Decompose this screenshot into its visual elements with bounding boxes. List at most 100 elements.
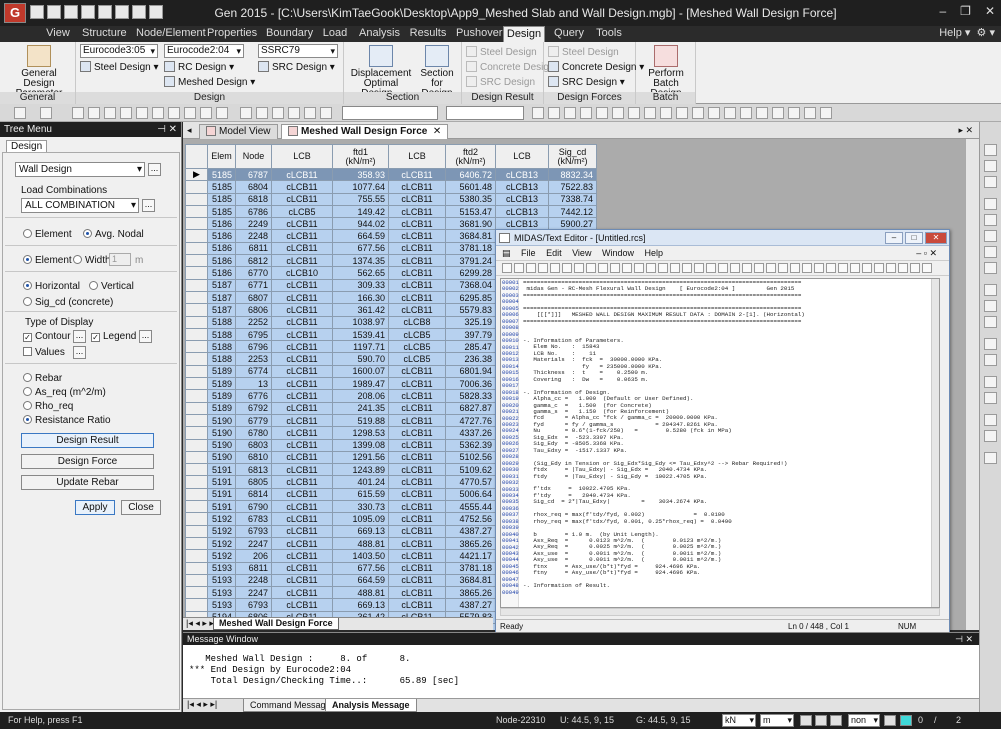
table-cell[interactable]: 1095.09 bbox=[332, 512, 389, 526]
tab-structure[interactable]: Structure bbox=[82, 26, 127, 42]
column-header-ftd1[interactable]: ftd1 (kN/m²) bbox=[332, 144, 389, 169]
table-cell[interactable]: 6790 bbox=[235, 500, 272, 514]
view-back-icon[interactable] bbox=[628, 107, 640, 119]
redo-toolbar-icon[interactable] bbox=[40, 107, 52, 119]
editor-toolbar-icon[interactable] bbox=[742, 263, 752, 273]
table-cell[interactable]: 5192 bbox=[207, 524, 236, 538]
editor-toolbar-icon[interactable] bbox=[526, 263, 536, 273]
table-cell[interactable]: cLCB11 bbox=[388, 573, 446, 588]
editor-toolbar-icon[interactable] bbox=[910, 263, 920, 273]
lock-icon[interactable] bbox=[804, 107, 816, 119]
table-cell[interactable]: cLCB11 bbox=[271, 573, 333, 588]
editor-toolbar-icon[interactable] bbox=[790, 263, 800, 273]
table-cell[interactable]: 5189 bbox=[207, 364, 236, 379]
table-cell[interactable]: 330.73 bbox=[332, 500, 389, 514]
row-header-cell[interactable] bbox=[185, 377, 208, 391]
table-cell[interactable]: cLCB11 bbox=[388, 561, 446, 575]
view-bottom-icon[interactable] bbox=[612, 107, 624, 119]
table-cell[interactable]: 2247 bbox=[235, 586, 272, 600]
table-cell[interactable]: cLCB11 bbox=[388, 413, 446, 428]
forces-steel-design-button[interactable]: Steel Design bbox=[548, 46, 619, 59]
tab-query[interactable]: Query bbox=[554, 26, 584, 42]
table-cell[interactable]: 6827.87 bbox=[445, 401, 496, 415]
table-cell[interactable]: cLCB11 bbox=[271, 586, 333, 600]
table-cell[interactable]: 309.33 bbox=[332, 278, 389, 292]
shrink-icon[interactable] bbox=[724, 107, 736, 119]
table-cell[interactable]: 5109.62 bbox=[445, 463, 496, 477]
column-header-lcb2[interactable]: LCB bbox=[388, 144, 446, 169]
forces-src-design-button[interactable]: SRC Design ▾ bbox=[548, 76, 625, 89]
table-cell[interactable]: cLCB8 bbox=[388, 315, 446, 329]
table-cell[interactable]: 5189 bbox=[207, 377, 236, 391]
editor-menu-edit[interactable]: Edit bbox=[546, 248, 562, 258]
values-checkbox[interactable]: Values bbox=[23, 347, 65, 358]
view-iso-icon[interactable] bbox=[564, 107, 576, 119]
table-cell[interactable]: cLCB11 bbox=[271, 426, 333, 440]
table-cell[interactable]: cLCB11 bbox=[271, 241, 333, 256]
table-cell[interactable]: cLCB11 bbox=[271, 315, 333, 329]
perspective-icon[interactable] bbox=[740, 107, 752, 119]
help-menu[interactable]: Help ▾ ⚙ ▾ bbox=[939, 26, 995, 39]
tab-scroll-right-icon[interactable]: ▸ ✕ bbox=[958, 125, 973, 136]
table-cell[interactable]: 615.59 bbox=[332, 487, 389, 502]
snap-element-icon[interactable] bbox=[830, 715, 842, 726]
editor-toolbar-icon[interactable] bbox=[886, 263, 896, 273]
table-cell[interactable]: 1197.71 bbox=[332, 340, 389, 354]
table-vertical-scrollbar[interactable] bbox=[965, 139, 979, 630]
redraw-icon[interactable] bbox=[788, 107, 800, 119]
column-header-node[interactable]: Node bbox=[235, 144, 272, 169]
named-plane-icon[interactable] bbox=[304, 107, 316, 119]
table-cell[interactable]: cLCB11 bbox=[388, 290, 446, 305]
select-icon[interactable] bbox=[72, 107, 84, 119]
table-cell[interactable]: 241.35 bbox=[332, 401, 389, 415]
editor-toolbar-icon[interactable] bbox=[862, 263, 872, 273]
editor-toolbar-icon[interactable] bbox=[838, 263, 848, 273]
table-cell[interactable]: 4555.44 bbox=[445, 500, 496, 514]
text-editor-content[interactable]: 00001 00002 00003 00004 00005 00006 00007 00008… bbox=[500, 278, 940, 608]
row-header-cell[interactable] bbox=[185, 241, 208, 256]
table-cell[interactable]: cLCB11 bbox=[271, 512, 333, 526]
table-cell[interactable]: 6786 bbox=[235, 204, 272, 219]
sheet-tab-meshed-wall[interactable]: Meshed Wall Design Force bbox=[213, 618, 339, 630]
table-cell[interactable]: 5193 bbox=[207, 598, 236, 612]
editor-toolbar-icon[interactable] bbox=[610, 263, 620, 273]
row-header-cell[interactable] bbox=[185, 204, 208, 219]
table-cell[interactable]: 1374.35 bbox=[332, 254, 389, 268]
table-cell[interactable]: 6818 bbox=[235, 192, 272, 206]
table-cell[interactable]: 6406.72 bbox=[445, 167, 496, 182]
minimize-icon[interactable]: – bbox=[939, 4, 946, 18]
table-cell[interactable]: 4337.26 bbox=[445, 426, 496, 440]
table-cell[interactable]: 5362.39 bbox=[445, 438, 496, 452]
tab-command-message[interactable]: Command Message bbox=[243, 699, 338, 712]
row-header-cell[interactable] bbox=[185, 500, 208, 514]
table-cell[interactable]: 1600.07 bbox=[332, 364, 389, 379]
table-cell[interactable]: 669.13 bbox=[332, 598, 389, 612]
editor-toolbar-icon[interactable] bbox=[874, 263, 884, 273]
table-cell[interactable]: cLCB13 bbox=[495, 204, 549, 219]
save-icon[interactable] bbox=[81, 5, 95, 19]
table-cell[interactable]: 6299.28 bbox=[445, 266, 496, 280]
message-window-pin-icon[interactable]: ⊣ ✕ bbox=[955, 633, 973, 645]
table-cell[interactable]: 5191 bbox=[207, 463, 236, 477]
table-cell[interactable]: 6796 bbox=[235, 340, 272, 354]
snap-grid-icon[interactable] bbox=[984, 176, 997, 188]
table-cell[interactable]: 6771 bbox=[235, 278, 272, 292]
query-icon[interactable] bbox=[984, 354, 997, 366]
table-cell[interactable]: cLCB11 bbox=[271, 487, 333, 502]
snap-mode-select[interactable]: non bbox=[848, 714, 880, 727]
tab-scroll-left-icon[interactable]: ◂ bbox=[187, 125, 192, 136]
rotate-icon[interactable] bbox=[692, 107, 704, 119]
design-mode-more-button[interactable]: ... bbox=[148, 163, 161, 176]
table-cell[interactable]: 3781.18 bbox=[445, 241, 496, 256]
unselect-icon[interactable] bbox=[200, 107, 212, 119]
activate-icon[interactable] bbox=[240, 107, 252, 119]
editor-vertical-scrollbar[interactable] bbox=[931, 279, 939, 607]
table-row[interactable]: 5185 6786 cLCB5 149.42 cLCB11 5153.47 cLCB13 74… bbox=[185, 204, 597, 219]
zoom-out-icon[interactable] bbox=[984, 214, 997, 226]
tab-pushover[interactable]: Pushover bbox=[456, 26, 502, 42]
table-cell[interactable]: 5188 bbox=[207, 352, 236, 366]
table-cell[interactable]: cLCB13 bbox=[495, 180, 549, 194]
table-cell[interactable]: 5186 bbox=[207, 229, 236, 243]
table-cell[interactable]: 6804 bbox=[235, 180, 272, 194]
snap-point-icon[interactable] bbox=[984, 144, 997, 156]
